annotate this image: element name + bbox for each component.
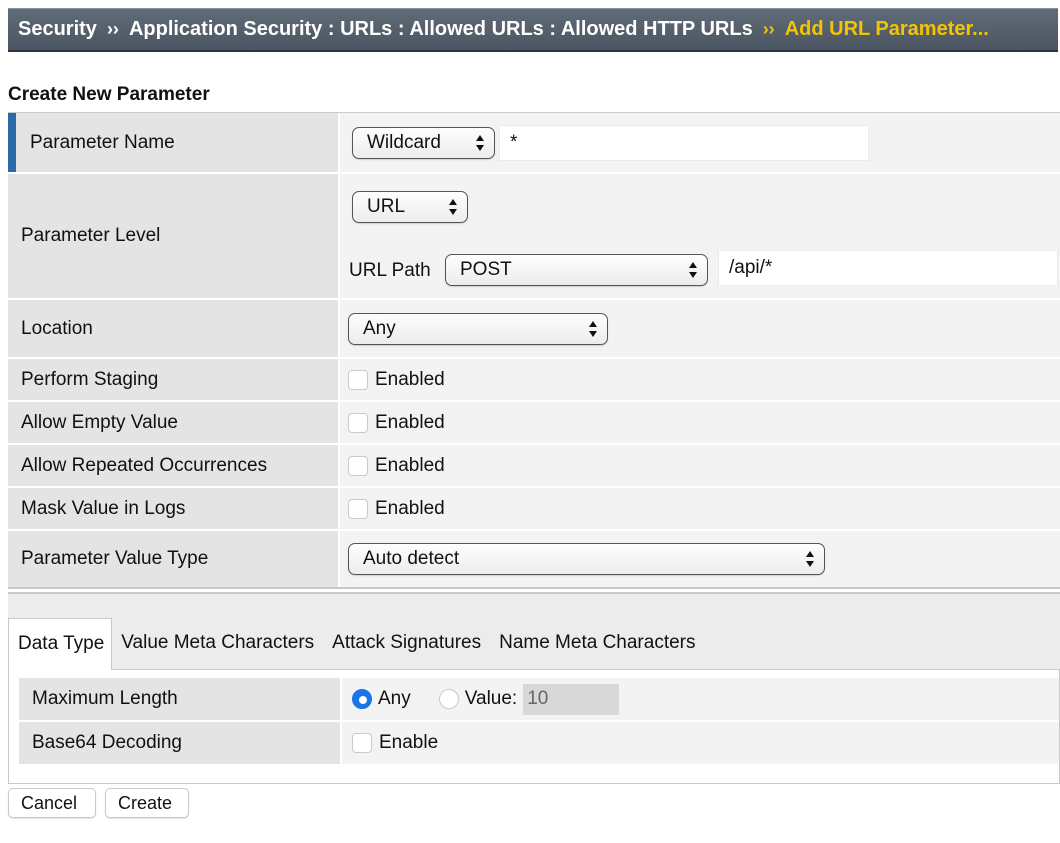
tab-name-meta-characters[interactable]: Name Meta Characters (490, 618, 704, 670)
tab-attack-signatures[interactable]: Attack Signatures (323, 618, 490, 670)
mask-value-in-logs-value: Enabled (340, 488, 1060, 529)
max-length-any-radio[interactable] (352, 689, 372, 709)
perform-staging-label: Perform Staging (8, 359, 340, 400)
breadcrumb-separator: ›› (762, 19, 775, 39)
row-allow-empty-value: Allow Empty Value Enabled (8, 402, 1060, 445)
parameter-level-select[interactable]: URL (352, 191, 468, 223)
max-length-value-input[interactable]: 10 (523, 683, 620, 715)
location-value: Any (340, 300, 1060, 357)
select-arrows-icon (475, 134, 485, 152)
allow-repeated-occurrences-option: Enabled (348, 455, 445, 477)
perform-staging-value: Enabled (340, 359, 1060, 400)
page-title: Create New Parameter (8, 84, 210, 105)
breadcrumb-item-security[interactable]: Security (18, 18, 97, 41)
base64-decoding-checkbox[interactable] (352, 733, 372, 753)
tabs-area: Data Type Value Meta Characters Attack S… (8, 592, 1060, 784)
parameter-value-type-value: Auto detect (340, 531, 1060, 587)
allow-empty-value-option: Enabled (348, 412, 445, 434)
maximum-length-label: Maximum Length (19, 678, 342, 720)
tab-bar: Data Type Value Meta Characters Attack S… (8, 618, 705, 670)
allow-repeated-occurrences-checkbox[interactable] (348, 455, 368, 476)
create-button[interactable]: Create (105, 788, 189, 818)
mask-value-in-logs-checkbox-label: Enabled (375, 497, 445, 519)
parameter-form: Parameter Name Wildcard * Parameter Leve… (8, 112, 1060, 589)
select-arrows-icon (688, 261, 698, 279)
parameter-name-type-value: Wildcard (367, 131, 441, 153)
top-bar: Security ›› Application Security : URLs … (0, 0, 1060, 54)
breadcrumb-current: Add URL Parameter... (784, 18, 989, 40)
parameter-name-label: Parameter Name (8, 113, 340, 172)
max-length-value-radio[interactable] (438, 689, 459, 709)
allow-repeated-occurrences-label: Allow Repeated Occurrences (8, 445, 340, 486)
parameter-level-select-value: URL (367, 196, 406, 217)
row-parameter-name: Parameter Name Wildcard * (8, 113, 1060, 174)
parameter-name-input[interactable]: * (499, 124, 869, 161)
row-parameter-level: Parameter Level URL URL Path POST /api/* (8, 174, 1060, 300)
row-parameter-value-type: Parameter Value Type Auto detect (8, 531, 1060, 589)
max-length-any-label: Any (378, 688, 411, 709)
row-mask-value-in-logs: Mask Value in Logs Enabled (8, 488, 1060, 531)
breadcrumb-separator: ›› (106, 19, 119, 39)
row-perform-staging: Perform Staging Enabled (8, 359, 1060, 402)
select-arrows-icon (588, 320, 598, 338)
parameter-value-type-select-value: Auto detect (363, 548, 460, 569)
url-method-select[interactable]: POST (445, 254, 708, 286)
perform-staging-option: Enabled (348, 369, 445, 391)
allow-empty-value-value: Enabled (340, 402, 1060, 443)
url-path-input[interactable]: /api/* (718, 250, 1058, 286)
allow-empty-value-checkbox-label: Enabled (375, 411, 445, 433)
parameter-name-type-select[interactable]: Wildcard (352, 126, 495, 159)
allow-repeated-occurrences-value: Enabled (340, 445, 1060, 486)
url-path-label: URL Path (349, 260, 431, 281)
mask-value-in-logs-label: Mask Value in Logs (8, 488, 340, 529)
parameter-value-type-select[interactable]: Auto detect (348, 543, 825, 575)
breadcrumb: Security ›› Application Security : URLs … (8, 8, 1058, 52)
row-base64-decoding: Base64 Decoding Enable (19, 722, 1059, 766)
breadcrumb-item-application-security[interactable]: Application Security : URLs : Allowed UR… (129, 18, 753, 41)
tab-value-meta-characters[interactable]: Value Meta Characters (112, 618, 323, 670)
perform-staging-checkbox-label: Enabled (375, 368, 445, 390)
tab-data-type[interactable]: Data Type (8, 618, 113, 670)
url-method-select-value: POST (460, 259, 512, 280)
location-label: Location (8, 300, 340, 357)
allow-empty-value-checkbox[interactable] (348, 412, 368, 433)
base64-decoding-label: Base64 Decoding (19, 722, 342, 764)
max-length-value-label: Value: (464, 688, 518, 709)
parameter-name-input-value: * (510, 131, 518, 153)
allow-empty-value-label: Allow Empty Value (8, 402, 340, 443)
parameter-name-value: Wildcard * (340, 113, 1060, 172)
base64-decoding-checkbox-label: Enable (379, 732, 439, 753)
url-path-input-value: /api/* (729, 257, 773, 278)
location-select[interactable]: Any (348, 312, 608, 345)
select-arrows-icon (448, 198, 458, 216)
row-maximum-length: Maximum Length Any Value: 10 (19, 678, 1059, 722)
cancel-button[interactable]: Cancel (8, 788, 96, 818)
parameter-level-value: URL URL Path POST /api/* (340, 174, 1060, 298)
mask-value-in-logs-checkbox[interactable] (348, 498, 368, 519)
location-select-value: Any (363, 317, 396, 339)
parameter-value-type-label: Parameter Value Type (8, 531, 340, 587)
row-location: Location Any (8, 300, 1060, 359)
base64-decoding-value: Enable (342, 722, 1059, 764)
maximum-length-value: Any Value: 10 (342, 678, 1059, 720)
row-allow-repeated-occurrences: Allow Repeated Occurrences Enabled (8, 445, 1060, 488)
allow-repeated-occurrences-checkbox-label: Enabled (375, 454, 445, 476)
parameter-level-label: Parameter Level (8, 174, 340, 298)
perform-staging-checkbox[interactable] (348, 369, 368, 390)
data-type-panel: Maximum Length Any Value: 10 Base64 Deco… (8, 669, 1060, 784)
mask-value-in-logs-option: Enabled (348, 498, 445, 520)
select-arrows-icon (805, 550, 815, 568)
